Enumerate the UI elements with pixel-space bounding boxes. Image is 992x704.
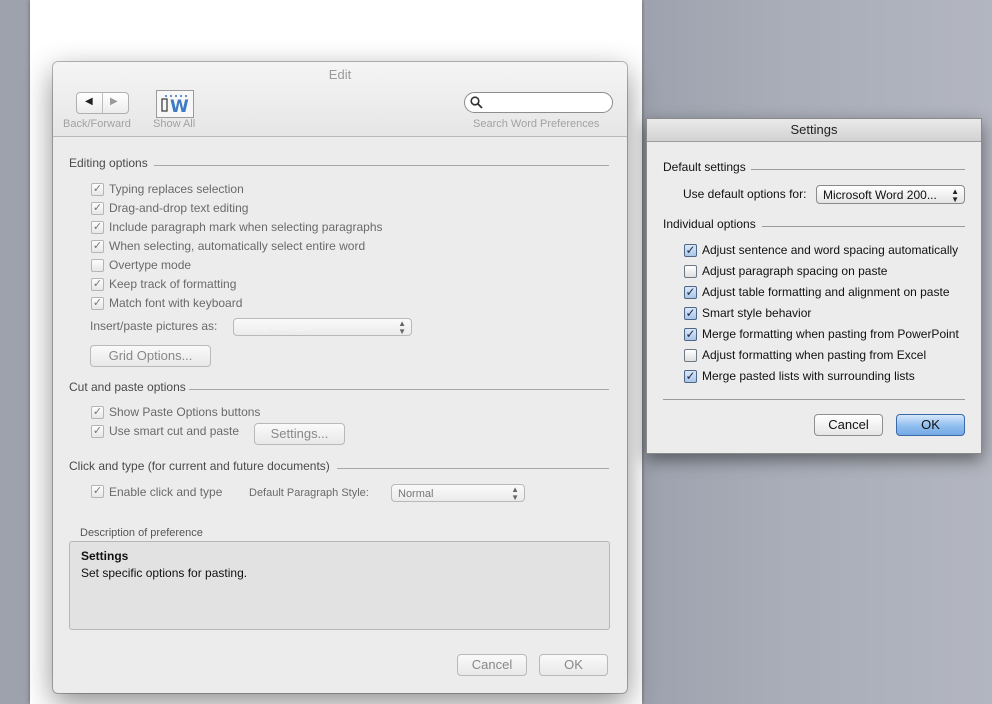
settings-cancel-button[interactable]: Cancel (814, 414, 883, 436)
editing-option-checkbox[interactable]: ✓ (91, 183, 104, 196)
editing-option-label: When selecting, automatically select ent… (109, 239, 366, 253)
individual-option-label: Adjust paragraph spacing on paste (702, 264, 888, 278)
individual-option-checkbox[interactable]: ✓ (684, 286, 697, 299)
use-default-label: Use default options for: (683, 187, 807, 201)
cancel-button[interactable]: Cancel (457, 654, 527, 676)
window-title: Edit (328, 67, 352, 82)
show-paste-options-checkbox[interactable]: ✓ (91, 406, 104, 419)
individual-option-checkbox[interactable]: ✓ (684, 328, 697, 341)
insert-paste-popup[interactable]: In line with text ▲ ▼ (233, 318, 412, 336)
popup-arrows-icon: ▲ ▼ (511, 485, 519, 502)
default-settings-title: Default settings (663, 160, 746, 174)
show-all-icon[interactable]: W (156, 90, 194, 118)
click-type-title: Click and type (for current and future d… (69, 459, 330, 473)
insert-paste-value: In line with text (240, 322, 313, 334)
settings-button[interactable]: Settings... (254, 423, 345, 445)
individual-option-label: Merge pasted lists with surrounding list… (702, 369, 915, 383)
show-all-label: Show All (153, 118, 196, 130)
editing-option-checkbox[interactable] (91, 259, 104, 272)
popup-arrows-icon: ▲ ▼ (951, 187, 959, 204)
back-forward-label: Back/Forward (63, 118, 131, 130)
back-arrow-icon[interactable]: ◀ (85, 96, 93, 107)
show-paste-options-label: Show Paste Options buttons (109, 405, 261, 419)
individual-option-label: Smart style behavior (702, 306, 812, 320)
individual-option-label: Adjust sentence and word spacing automat… (702, 243, 959, 257)
editing-option-checkbox[interactable]: ✓ (91, 221, 104, 234)
svg-text:W: W (170, 97, 189, 117)
section-divider (663, 399, 965, 400)
editing-option-label: Keep track of formatting (109, 277, 237, 291)
popup-arrows-icon: ▲ ▼ (398, 319, 406, 336)
individual-option-checkbox[interactable]: ✓ (684, 370, 697, 383)
default-paragraph-style-popup[interactable]: Normal ▲ ▼ (391, 484, 525, 502)
editing-options-title: Editing options (69, 156, 148, 170)
section-divider (762, 226, 965, 227)
editing-option-checkbox[interactable]: ✓ (91, 240, 104, 253)
default-paragraph-style-value: Normal (398, 488, 434, 500)
grid-options-button[interactable]: Grid Options... (90, 345, 211, 367)
individual-option-checkbox[interactable] (684, 349, 697, 362)
editing-option-checkbox[interactable]: ✓ (91, 278, 104, 291)
settings-ok-button[interactable]: OK (896, 414, 965, 436)
use-default-value: Microsoft Word 200... (823, 188, 937, 202)
back-forward-control[interactable]: ◀ ▶ (76, 92, 129, 114)
section-divider (751, 169, 965, 170)
individual-option-checkbox[interactable]: ✓ (684, 307, 697, 320)
editing-option-label: Typing replaces selection (109, 182, 244, 196)
editing-option-label: Match font with keyboard (109, 296, 243, 310)
individual-option-label: Merge formatting when pasting from Power… (702, 327, 959, 341)
search-caption: Search Word Preferences (473, 118, 600, 130)
section-divider (189, 389, 609, 390)
magnifier-icon (470, 96, 483, 109)
forward-arrow-icon[interactable]: ▶ (110, 96, 118, 107)
section-divider (337, 468, 609, 469)
cut-paste-options-title: Cut and paste options (69, 380, 186, 394)
individual-option-checkbox[interactable]: ✓ (684, 244, 697, 257)
individual-option-label: Adjust formatting when pasting from Exce… (702, 348, 927, 362)
editing-option-label: Include paragraph mark when selecting pa… (109, 220, 383, 234)
enable-click-type-checkbox[interactable]: ✓ (91, 485, 104, 498)
preferences-toolbar: Edit ◀ ▶ Back/Forward W Show All Search (53, 62, 627, 137)
description-text: Set specific options for pasting. (81, 566, 248, 580)
settings-dialog: Settings Default settings Use default op… (646, 118, 982, 454)
individual-options-title: Individual options (663, 217, 756, 231)
settings-title: Settings (647, 119, 981, 142)
editing-option-label: Drag-and-drop text editing (109, 201, 249, 215)
search-field[interactable] (464, 92, 613, 113)
individual-option-checkbox[interactable] (684, 265, 697, 278)
individual-option-label: Adjust table formatting and alignment on… (702, 285, 950, 299)
default-paragraph-style-label: Default Paragraph Style: (249, 487, 369, 499)
ok-button[interactable]: OK (539, 654, 608, 676)
insert-paste-label: Insert/paste pictures as: (90, 319, 218, 333)
segment-divider (102, 93, 103, 113)
editing-option-label: Overtype mode (109, 258, 192, 272)
description-heading: Settings (81, 549, 129, 563)
edit-preferences-window: Edit ◀ ▶ Back/Forward W Show All Search (53, 62, 627, 693)
enable-click-type-label: Enable click and type (109, 485, 223, 499)
editing-option-checkbox[interactable]: ✓ (91, 297, 104, 310)
description-box: Settings Set specific options for pastin… (69, 541, 610, 630)
use-default-popup[interactable]: Microsoft Word 200... ▲ ▼ (816, 185, 965, 204)
section-divider (154, 165, 609, 166)
description-title: Description of preference (80, 527, 203, 539)
search-input[interactable] (487, 95, 603, 109)
editing-option-checkbox[interactable]: ✓ (91, 202, 104, 215)
smart-cut-paste-checkbox[interactable]: ✓ (91, 425, 104, 438)
smart-cut-paste-label: Use smart cut and paste (109, 424, 240, 438)
